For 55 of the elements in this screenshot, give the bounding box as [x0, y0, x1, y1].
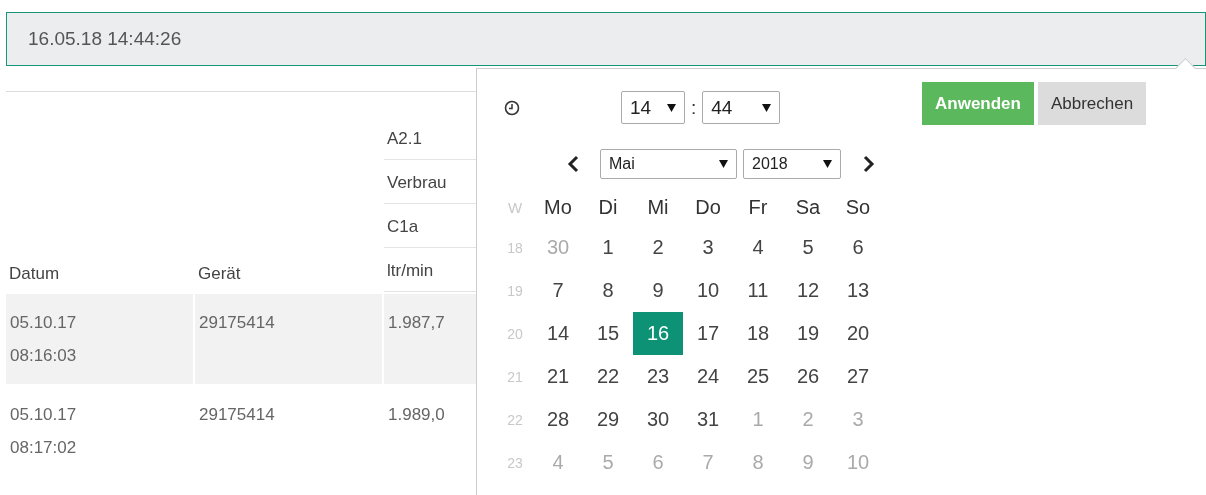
calendar-day[interactable]: 14: [533, 312, 583, 355]
caret-icon: [719, 160, 728, 168]
calendar-day[interactable]: 15: [583, 312, 633, 355]
cancel-button[interactable]: Abbrechen: [1037, 82, 1147, 125]
calendar-day[interactable]: 29: [583, 398, 633, 441]
calendar-day[interactable]: 9: [633, 269, 683, 312]
caret-icon: [762, 103, 772, 112]
calendar-day[interactable]: 11: [733, 269, 783, 312]
calendar-day[interactable]: 28: [533, 398, 583, 441]
weekday-header: Mo: [543, 194, 573, 220]
calendar-day[interactable]: 24: [683, 355, 733, 398]
calendar-day[interactable]: 16: [633, 312, 683, 355]
calendar-day[interactable]: 30: [633, 398, 683, 441]
month-select[interactable]: Mai: [600, 149, 737, 179]
time-separator: :: [691, 96, 697, 119]
calendar-day[interactable]: 12: [783, 269, 833, 312]
calendar-day[interactable]: 2: [633, 226, 683, 269]
datetime-field[interactable]: 16.05.18 14:44:26: [6, 12, 1206, 66]
caret-icon: [823, 160, 832, 168]
table-cell: 29175414: [195, 294, 382, 384]
calendar-day[interactable]: 1: [583, 226, 633, 269]
calendar-day[interactable]: 20: [833, 312, 883, 355]
calendar-day[interactable]: 21: [533, 355, 583, 398]
calendar-day[interactable]: 5: [783, 226, 833, 269]
calendar-day[interactable]: 26: [783, 355, 833, 398]
weekday-header: So: [844, 194, 872, 220]
calendar-day[interactable]: 3: [683, 226, 733, 269]
calendar-day[interactable]: 13: [833, 269, 883, 312]
weekday-header: Fr: [747, 194, 769, 220]
calendar-day[interactable]: 19: [783, 312, 833, 355]
calendar-day[interactable]: 17: [683, 312, 733, 355]
weekday-header: Di: [597, 194, 619, 220]
clock-icon: [504, 99, 520, 116]
calendar-day[interactable]: 8: [583, 269, 633, 312]
calendar-day[interactable]: 18: [733, 312, 783, 355]
calendar-day[interactable]: 25: [733, 355, 783, 398]
chevron-left-icon[interactable]: [567, 155, 579, 173]
weekday-header: Do: [694, 194, 722, 220]
table-cell: 05.10.17 08:16:03: [6, 294, 193, 384]
calendar-day[interactable]: 27: [833, 355, 883, 398]
chevron-right-icon[interactable]: [863, 155, 875, 173]
calendar-day[interactable]: 4: [733, 226, 783, 269]
weekday-header: Mi: [646, 194, 670, 220]
calendar-day[interactable]: 10: [683, 269, 733, 312]
hour-select[interactable]: 14: [621, 91, 685, 124]
table-cell: 1.987,7: [384, 294, 476, 384]
weekday-header: Sa: [794, 194, 822, 220]
year-select[interactable]: 2018: [743, 149, 841, 179]
calendar-day[interactable]: 6: [833, 226, 883, 269]
calendar-day[interactable]: 22: [583, 355, 633, 398]
calendar-day[interactable]: 23: [633, 355, 683, 398]
caret-icon: [667, 103, 676, 112]
calendar-day[interactable]: 7: [533, 269, 583, 312]
minute-select[interactable]: 44: [702, 91, 781, 124]
calendar-day[interactable]: 31: [683, 398, 733, 441]
